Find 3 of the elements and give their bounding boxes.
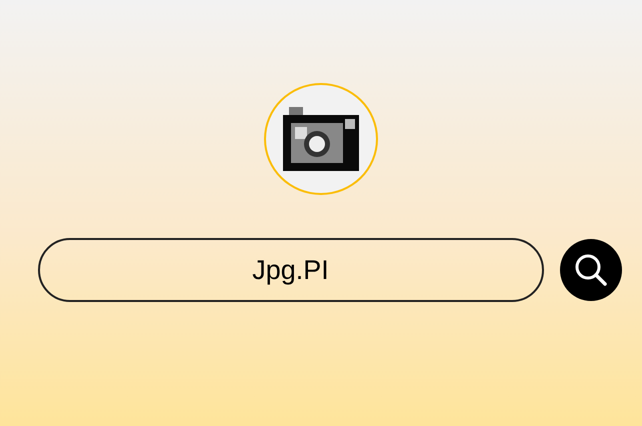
camera-icon: [283, 107, 359, 171]
search-icon: [574, 253, 608, 287]
search-field[interactable]: Jpg.PI: [38, 238, 544, 302]
